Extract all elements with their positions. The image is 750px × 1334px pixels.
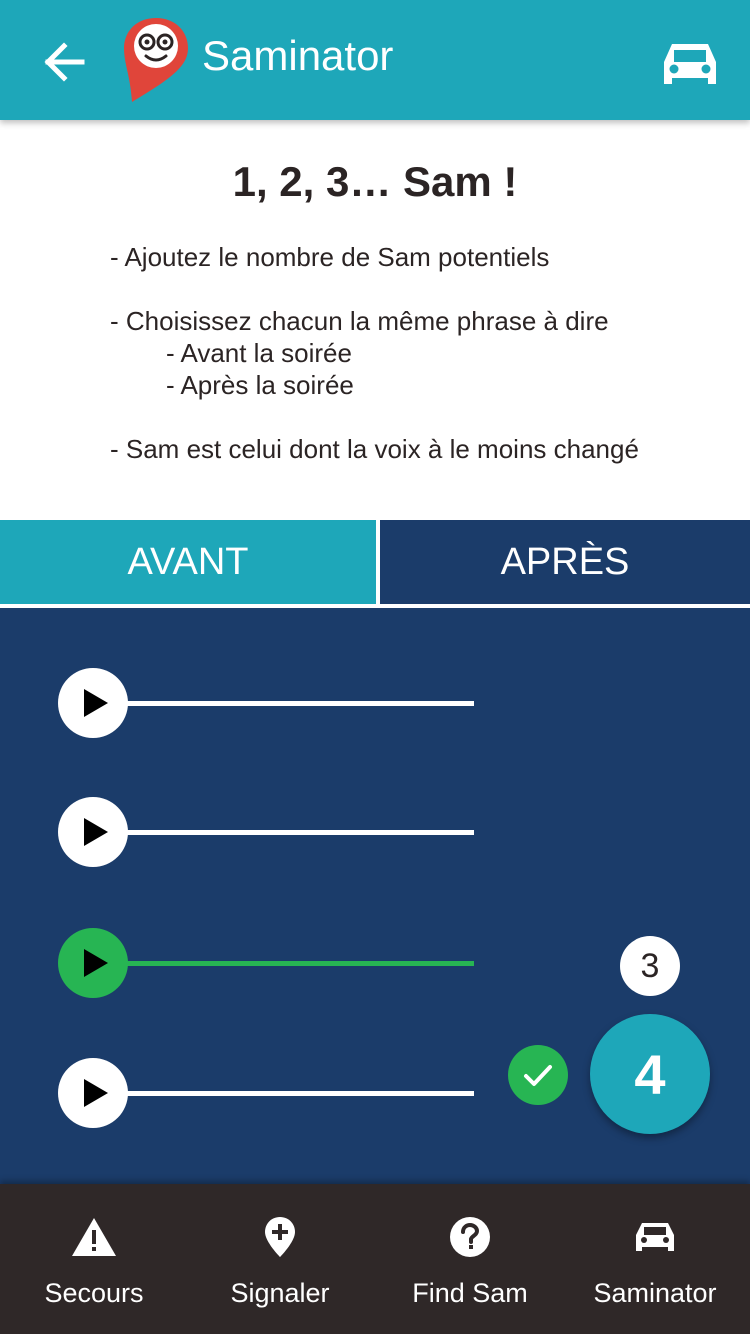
- instruction-subline: - Avant la soirée: [166, 338, 352, 368]
- track-bar: [118, 830, 474, 835]
- nav-label: Secours: [44, 1278, 144, 1308]
- play-icon: [84, 689, 108, 717]
- nav-item-signaler[interactable]: Signaler: [210, 1184, 350, 1334]
- instruction-line: - Sam est celui dont la voix à le moins …: [110, 434, 639, 464]
- recording-track-3: [58, 928, 478, 998]
- tab-avant[interactable]: AVANT: [0, 520, 376, 604]
- track-bar: [118, 1091, 474, 1096]
- car-icon: [636, 1223, 674, 1251]
- warning-icon: [72, 1218, 116, 1256]
- map-pin-plus-icon: [265, 1217, 295, 1257]
- recording-track-1: [58, 668, 478, 738]
- tab-bar: AVANT APRÈS: [0, 520, 750, 608]
- count-badge: 3: [620, 936, 680, 996]
- play-button[interactable]: [58, 797, 128, 867]
- instructions-card: 1, 2, 3… Sam ! - Ajoutez le nombre de Sa…: [0, 120, 750, 520]
- check-icon: [524, 1065, 552, 1086]
- app-bar: Saminator: [0, 0, 750, 120]
- app-title: Saminator: [202, 32, 394, 79]
- recording-track-4: [58, 1058, 478, 1128]
- instruction-line: - Ajoutez le nombre de Sam potentiels: [110, 242, 550, 272]
- back-button[interactable]: [34, 34, 94, 90]
- nav-item-saminator[interactable]: Saminator: [580, 1184, 730, 1334]
- sam-count-fab[interactable]: 4: [590, 1014, 710, 1134]
- play-button[interactable]: [58, 1058, 128, 1128]
- bottom-nav: Secours Signaler Find Sam Saminator: [0, 1184, 750, 1334]
- nav-label: Signaler: [230, 1278, 330, 1308]
- nav-item-find-sam[interactable]: Find Sam: [400, 1184, 540, 1334]
- instruction-subline: - Après la soirée: [166, 370, 354, 400]
- car-icon[interactable]: [662, 38, 718, 90]
- play-icon: [84, 1079, 108, 1107]
- track-bar: [118, 701, 474, 706]
- nav-label: Saminator: [593, 1278, 717, 1308]
- play-button-active[interactable]: [58, 928, 128, 998]
- sam-logo-icon: [124, 18, 188, 102]
- play-button[interactable]: [58, 668, 128, 738]
- tab-apres[interactable]: APRÈS: [380, 520, 750, 604]
- play-icon: [84, 818, 108, 846]
- help-circle-icon: [450, 1217, 490, 1257]
- recording-track-2: [58, 797, 478, 867]
- instructions-title: 1, 2, 3… Sam !: [232, 158, 518, 205]
- nav-item-secours[interactable]: Secours: [24, 1184, 164, 1334]
- arrow-left-icon: [44, 42, 85, 82]
- play-icon: [84, 949, 108, 977]
- nav-label: Find Sam: [412, 1278, 528, 1308]
- track-bar-active: [118, 961, 474, 966]
- instruction-line: - Choisissez chacun la même phrase à dir…: [110, 306, 609, 336]
- confirm-button[interactable]: [508, 1045, 568, 1105]
